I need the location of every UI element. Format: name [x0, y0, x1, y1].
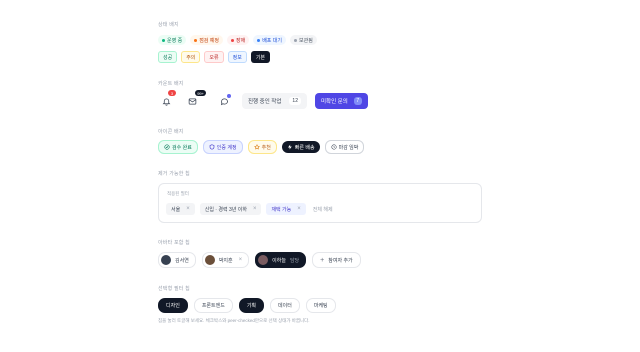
plus-icon: + [320, 256, 325, 264]
avatar [258, 255, 269, 265]
section-title-avatar: 아바타 포함 칩 [158, 240, 190, 246]
icon-badge-row: 검수 완료 인증 계정 추천 빠른 배송 마감 임박 [158, 140, 369, 154]
icon-badge: 추천 [247, 140, 277, 154]
person-chip[interactable]: 김서연 [158, 252, 196, 268]
icon-badge: 빠른 배송 [281, 141, 320, 153]
in-progress-count: 12 [289, 97, 301, 105]
filter-chip-data[interactable]: 데이터 [270, 298, 300, 313]
mail-count: 99+ [195, 90, 206, 96]
avatar [204, 255, 215, 265]
shield-icon [209, 144, 215, 150]
bell-icon [162, 98, 170, 106]
filter-chip-design[interactable]: 디자인 [158, 298, 188, 313]
filter-chip-planning[interactable]: 기획 [238, 298, 265, 313]
helper-text: 칩을 눌러 토글해 보세요. 체크박스와 peer-checked만으로 선택 … [158, 318, 310, 323]
notification-button[interactable]: 3 [158, 90, 176, 109]
filter-chip-frontend[interactable]: 프론트엔드 [193, 298, 233, 313]
avatar [161, 255, 171, 265]
notification-count: 3 [168, 90, 176, 96]
filter-chip-input[interactable]: 적용된 필터 서울 × 신입 · 경력 3년 이하 × 재택 가능 × 전체 해제 [158, 183, 482, 223]
removable-chip: 재택 가능 × [266, 203, 306, 215]
status-badge: 보관됨 [290, 35, 317, 45]
tone-badge-default: 기본 [250, 51, 271, 63]
mail-icon [188, 98, 196, 104]
mail-button[interactable]: 99+ [184, 90, 206, 109]
person-chip-selected[interactable]: 이하늘 담당 [255, 252, 307, 268]
status-badge: 점검 예정 [190, 35, 223, 45]
status-badge: 운영 중 [158, 35, 187, 45]
icon-badge: 검수 완료 [158, 140, 198, 154]
filter-chip-marketing[interactable]: 마케팅 [305, 298, 336, 313]
tone-badge-row: 성공 주의 오류 정보 기본 [158, 51, 274, 63]
remove-chip-icon[interactable]: × [297, 206, 301, 212]
removable-chip: 서울 × [166, 203, 195, 215]
status-dot-icon [294, 38, 297, 42]
chip-input-label: 적용된 필터 [167, 191, 189, 196]
tone-badge-error: 오류 [204, 51, 224, 63]
clear-all-button[interactable]: 전체 해제 [313, 206, 333, 213]
tone-badge-warning: 주의 [181, 51, 201, 63]
chat-button[interactable] [216, 93, 232, 109]
section-title-status: 상태 배지 [158, 22, 179, 28]
unread-inquiry-button[interactable]: 미확인 문의 7 [314, 93, 368, 109]
status-badge-row: 운영 중 점검 예정 장애 배포 대기 보관됨 [158, 35, 321, 45]
icon-badge: 인증 계정 [202, 140, 243, 154]
star-icon [253, 144, 260, 150]
remove-chip-icon[interactable]: × [186, 206, 190, 212]
status-dot-icon [194, 38, 198, 42]
remove-chip-icon[interactable]: × [253, 206, 257, 212]
filter-chip-row: 디자인 프론트엔드 기획 데이터 마케팅 [158, 298, 342, 313]
in-progress-button[interactable]: 진행 중인 작업 12 [242, 93, 307, 109]
section-title-removable: 제거 가능한 칩 [158, 171, 190, 177]
chat-icon [220, 98, 228, 105]
unread-dot-icon [227, 94, 231, 98]
counter-row: 3 99+ 진행 중인 작업 12 미확인 문의 7 [158, 90, 376, 109]
status-badge: 장애 [227, 35, 250, 45]
person-role: 담당 [289, 257, 300, 264]
section-title-counter: 카운트 배지 [158, 81, 184, 87]
add-person-button[interactable]: + 참여자 추가 [312, 252, 361, 268]
section-title-selectable: 선택형 필터 칩 [158, 286, 190, 292]
bolt-icon [287, 144, 292, 150]
tone-badge-success: 성공 [158, 51, 178, 63]
person-chip-row: 김서연 박지훈 × 이하늘 담당 + 참여자 추가 [158, 252, 367, 268]
status-dot-icon [257, 38, 261, 42]
clock-icon [331, 144, 337, 150]
status-dot-icon [162, 38, 165, 42]
remove-person-icon[interactable]: × [239, 257, 243, 263]
removable-chip: 신입 · 경력 3년 이하 × [199, 203, 262, 215]
icon-badge: 마감 임박 [324, 140, 365, 154]
person-chip[interactable]: 박지훈 × [201, 252, 250, 268]
status-badge: 배포 대기 [253, 35, 286, 45]
section-title-icon: 아이콘 배지 [158, 129, 184, 135]
check-circle-icon [164, 144, 170, 150]
status-dot-icon [231, 38, 234, 42]
unread-inquiry-count: 7 [353, 97, 362, 105]
removable-chip-list: 서울 × 신입 · 경력 3년 이하 × 재택 가능 × 전체 해제 [166, 203, 333, 215]
tone-badge-info: 정보 [227, 51, 247, 63]
